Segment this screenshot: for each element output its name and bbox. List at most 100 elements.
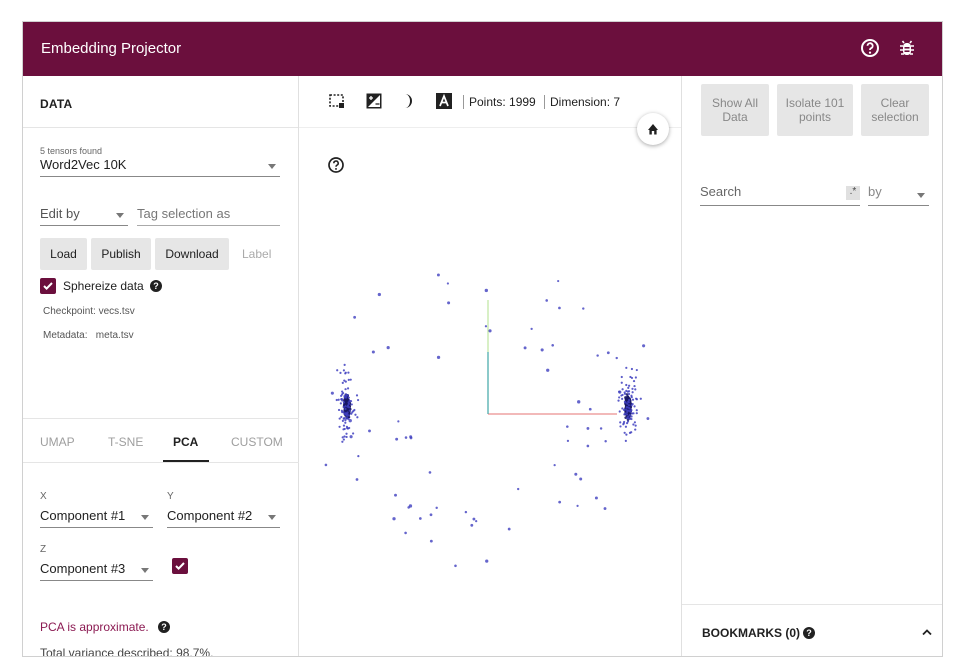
spherize-checkbox[interactable] bbox=[40, 278, 56, 294]
isolate-points-button[interactable]: Isolate 101 points bbox=[777, 84, 853, 136]
data-point bbox=[627, 415, 630, 418]
data-point bbox=[627, 386, 630, 389]
data-point bbox=[634, 428, 637, 431]
data-point bbox=[586, 426, 590, 430]
data-point bbox=[633, 421, 636, 424]
bookmarks-bar[interactable]: BOOKMARKS (0) ? bbox=[682, 604, 942, 656]
tab-tsne[interactable]: T-SNE bbox=[108, 435, 143, 449]
data-point bbox=[628, 417, 631, 420]
clear-selection-button[interactable]: Clear selection bbox=[861, 84, 929, 136]
data-point bbox=[626, 409, 629, 412]
chevron-down-icon bbox=[917, 193, 925, 198]
data-point bbox=[627, 406, 630, 409]
data-point bbox=[620, 375, 623, 379]
data-heading: DATA bbox=[23, 76, 298, 128]
label-button[interactable]: Label bbox=[242, 247, 271, 261]
reset-view-button[interactable] bbox=[637, 113, 669, 145]
data-point bbox=[346, 387, 350, 390]
help-circle-icon[interactable] bbox=[327, 156, 345, 174]
data-point bbox=[622, 408, 626, 411]
chevron-up-icon[interactable] bbox=[921, 627, 933, 637]
data-point bbox=[604, 440, 607, 443]
download-button[interactable]: Download bbox=[155, 238, 229, 270]
embedding-scatter-plot[interactable] bbox=[299, 128, 681, 657]
data-point bbox=[623, 413, 626, 416]
data-point bbox=[342, 401, 346, 404]
data-point bbox=[342, 438, 345, 441]
data-point bbox=[446, 282, 450, 285]
pca-approximate-text: PCA is approximate. bbox=[40, 620, 149, 634]
variance-text: Total variance described: 98.7%. bbox=[40, 646, 214, 657]
y-component-select[interactable]: Component #2 bbox=[167, 508, 280, 528]
data-point bbox=[340, 415, 343, 419]
data-point bbox=[628, 384, 631, 387]
data-point bbox=[630, 367, 634, 371]
tag-selection-input[interactable]: Tag selection as bbox=[137, 206, 280, 226]
data-point bbox=[348, 409, 351, 412]
chevron-down-icon bbox=[141, 568, 149, 573]
show-all-data-button[interactable]: Show All Data bbox=[701, 84, 769, 136]
tensor-select[interactable]: Word2Vec 10K bbox=[40, 157, 280, 177]
data-point bbox=[642, 344, 646, 348]
bounding-box-select-icon[interactable] bbox=[328, 92, 346, 110]
data-point bbox=[628, 409, 631, 413]
regex-toggle[interactable]: .* bbox=[846, 186, 860, 200]
pca-approximate-note: PCA is approximate. bbox=[40, 620, 149, 634]
x-component-select[interactable]: Component #1 bbox=[40, 508, 153, 528]
moon-icon[interactable] bbox=[399, 92, 417, 110]
data-point bbox=[472, 517, 476, 521]
data-point bbox=[348, 418, 352, 423]
data-point bbox=[345, 435, 348, 439]
data-point bbox=[530, 327, 533, 331]
data-point bbox=[630, 404, 633, 407]
x-component-value: Component #1 bbox=[40, 508, 126, 523]
data-point bbox=[594, 496, 598, 500]
data-point bbox=[429, 539, 433, 543]
data-point bbox=[619, 421, 622, 424]
help-icon[interactable]: ? bbox=[150, 280, 162, 292]
data-point bbox=[407, 506, 410, 509]
z-enable-checkbox[interactable] bbox=[172, 558, 188, 574]
help-icon[interactable]: ? bbox=[803, 627, 815, 639]
data-point bbox=[353, 315, 357, 319]
y-axis-label: Y bbox=[167, 491, 174, 502]
publish-button[interactable]: Publish bbox=[91, 238, 151, 270]
data-point bbox=[350, 403, 353, 406]
data-point bbox=[627, 392, 631, 396]
data-point bbox=[588, 407, 592, 411]
help-circle-icon[interactable] bbox=[859, 37, 881, 59]
active-tab-indicator bbox=[163, 460, 209, 462]
tab-umap[interactable]: UMAP bbox=[40, 435, 75, 449]
data-point bbox=[336, 369, 339, 372]
data-point bbox=[623, 431, 626, 434]
z-component-select[interactable]: Component #3 bbox=[40, 561, 153, 581]
tab-pca[interactable]: PCA bbox=[173, 435, 198, 449]
data-point bbox=[634, 376, 637, 379]
data-point bbox=[623, 400, 626, 404]
data-point bbox=[339, 402, 342, 405]
data-point bbox=[429, 513, 433, 517]
data-point bbox=[341, 411, 344, 414]
data-point bbox=[619, 425, 622, 428]
data-point bbox=[633, 405, 636, 408]
data-point bbox=[626, 390, 629, 393]
load-button[interactable]: Load bbox=[40, 238, 87, 270]
help-icon[interactable]: ? bbox=[158, 621, 170, 633]
data-point bbox=[342, 406, 345, 409]
data-point bbox=[507, 527, 511, 531]
search-input[interactable]: Search bbox=[700, 184, 860, 206]
data-point bbox=[341, 436, 344, 439]
data-point bbox=[621, 397, 624, 400]
toolbar-divider bbox=[544, 95, 545, 109]
label-a-icon[interactable] bbox=[435, 92, 453, 110]
data-point bbox=[624, 425, 628, 428]
data-point bbox=[635, 397, 638, 400]
edit-by-select[interactable]: Edit by bbox=[40, 206, 128, 226]
tab-custom[interactable]: CUSTOM bbox=[231, 435, 283, 449]
search-by-select[interactable]: by bbox=[868, 184, 929, 206]
bug-icon[interactable] bbox=[896, 37, 918, 59]
data-point bbox=[631, 398, 635, 401]
data-point bbox=[621, 388, 624, 391]
night-mode-icon[interactable] bbox=[365, 92, 383, 110]
data-point bbox=[625, 413, 629, 416]
